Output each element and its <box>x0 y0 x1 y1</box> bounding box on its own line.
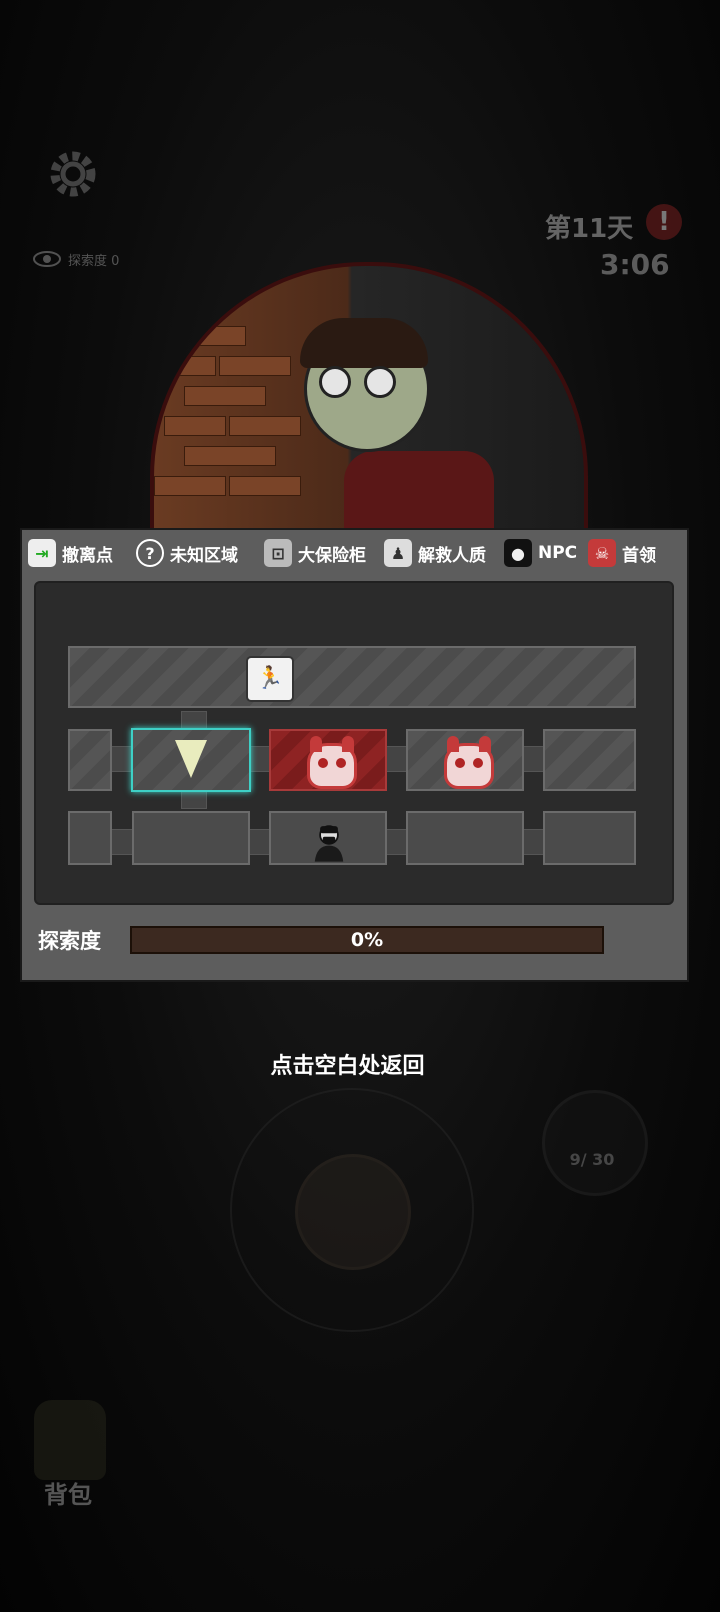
legend-safe: ⊡ 大保险柜 <box>264 536 366 570</box>
room-r2-c3[interactable] <box>406 811 524 865</box>
exit-icon: 🏃 <box>246 656 294 702</box>
day-counter: 第11天 <box>545 214 634 244</box>
tap-to-return-hint[interactable]: 点击空白处返回 <box>0 1048 695 1080</box>
room-boss-2[interactable] <box>406 729 524 791</box>
legend-unknown: ? 未知区域 <box>136 536 238 570</box>
legend-hostage-label: 解救人质 <box>418 545 486 566</box>
player-marker-icon <box>175 740 207 778</box>
npc-icon <box>314 825 344 862</box>
boss-skull-icon: ☠ <box>588 539 616 567</box>
explore-small-text: 探索度 <box>68 254 108 269</box>
dungeon-map: 🏃 <box>34 581 674 905</box>
question-icon: ? <box>136 539 164 567</box>
room-r1-c0[interactable] <box>68 729 112 791</box>
safe-icon: ⊡ <box>264 539 292 567</box>
room-npc[interactable] <box>269 811 387 865</box>
alert-icon[interactable]: ! <box>646 204 682 240</box>
legend-npc-label: NPC <box>538 543 578 563</box>
npc-icon: ● <box>504 539 532 567</box>
legend-unknown-label: 未知区域 <box>170 545 238 566</box>
exploration-label: 探索度 <box>38 929 101 953</box>
legend-npc: ● NPC <box>504 536 577 570</box>
ammo-count: 9/ 30 <box>569 1150 615 1169</box>
legend-boss-label: 首领 <box>622 545 656 566</box>
legend-exit-label: 撤离点 <box>62 545 113 566</box>
legend-hostage: ♟ 解救人质 <box>384 536 486 570</box>
backpack-label: 背包 <box>44 1481 92 1509</box>
exploration-progress-bar: 0% <box>130 926 604 954</box>
room-r1-c4[interactable] <box>543 729 636 791</box>
room-r2-c4[interactable] <box>543 811 636 865</box>
room-r2-c0[interactable] <box>68 811 112 865</box>
timer: 3:06 <box>600 248 670 281</box>
exploration-progress-text: 0% <box>350 929 384 951</box>
room-boss-1[interactable] <box>269 729 387 791</box>
room-current[interactable] <box>131 728 251 792</box>
eye-icon <box>32 250 62 272</box>
explore-small-value: 0 <box>111 254 120 269</box>
boss-skull-icon <box>444 736 494 789</box>
settings-gear-icon[interactable] <box>44 145 102 203</box>
exit-icon: ⇥ <box>28 539 56 567</box>
explore-small-label: 探索度 0 <box>68 250 119 269</box>
ammo-button[interactable] <box>542 1090 648 1196</box>
room-exit[interactable]: 🏃 <box>68 646 636 708</box>
legend-safe-label: 大保险柜 <box>298 545 366 566</box>
boss-skull-icon <box>307 736 357 789</box>
room-r2-c1[interactable] <box>132 811 250 865</box>
map-legend: ⇥ 撤离点 ? 未知区域 ⊡ 大保险柜 ♟ 解救人质 ● NPC ☠ 首领 <box>28 536 678 570</box>
legend-exit: ⇥ 撤离点 <box>28 536 113 570</box>
joystick-knob[interactable] <box>295 1154 411 1270</box>
backpack-icon[interactable] <box>34 1400 106 1480</box>
hostage-icon: ♟ <box>384 539 412 567</box>
legend-boss: ☠ 首领 <box>588 536 656 570</box>
